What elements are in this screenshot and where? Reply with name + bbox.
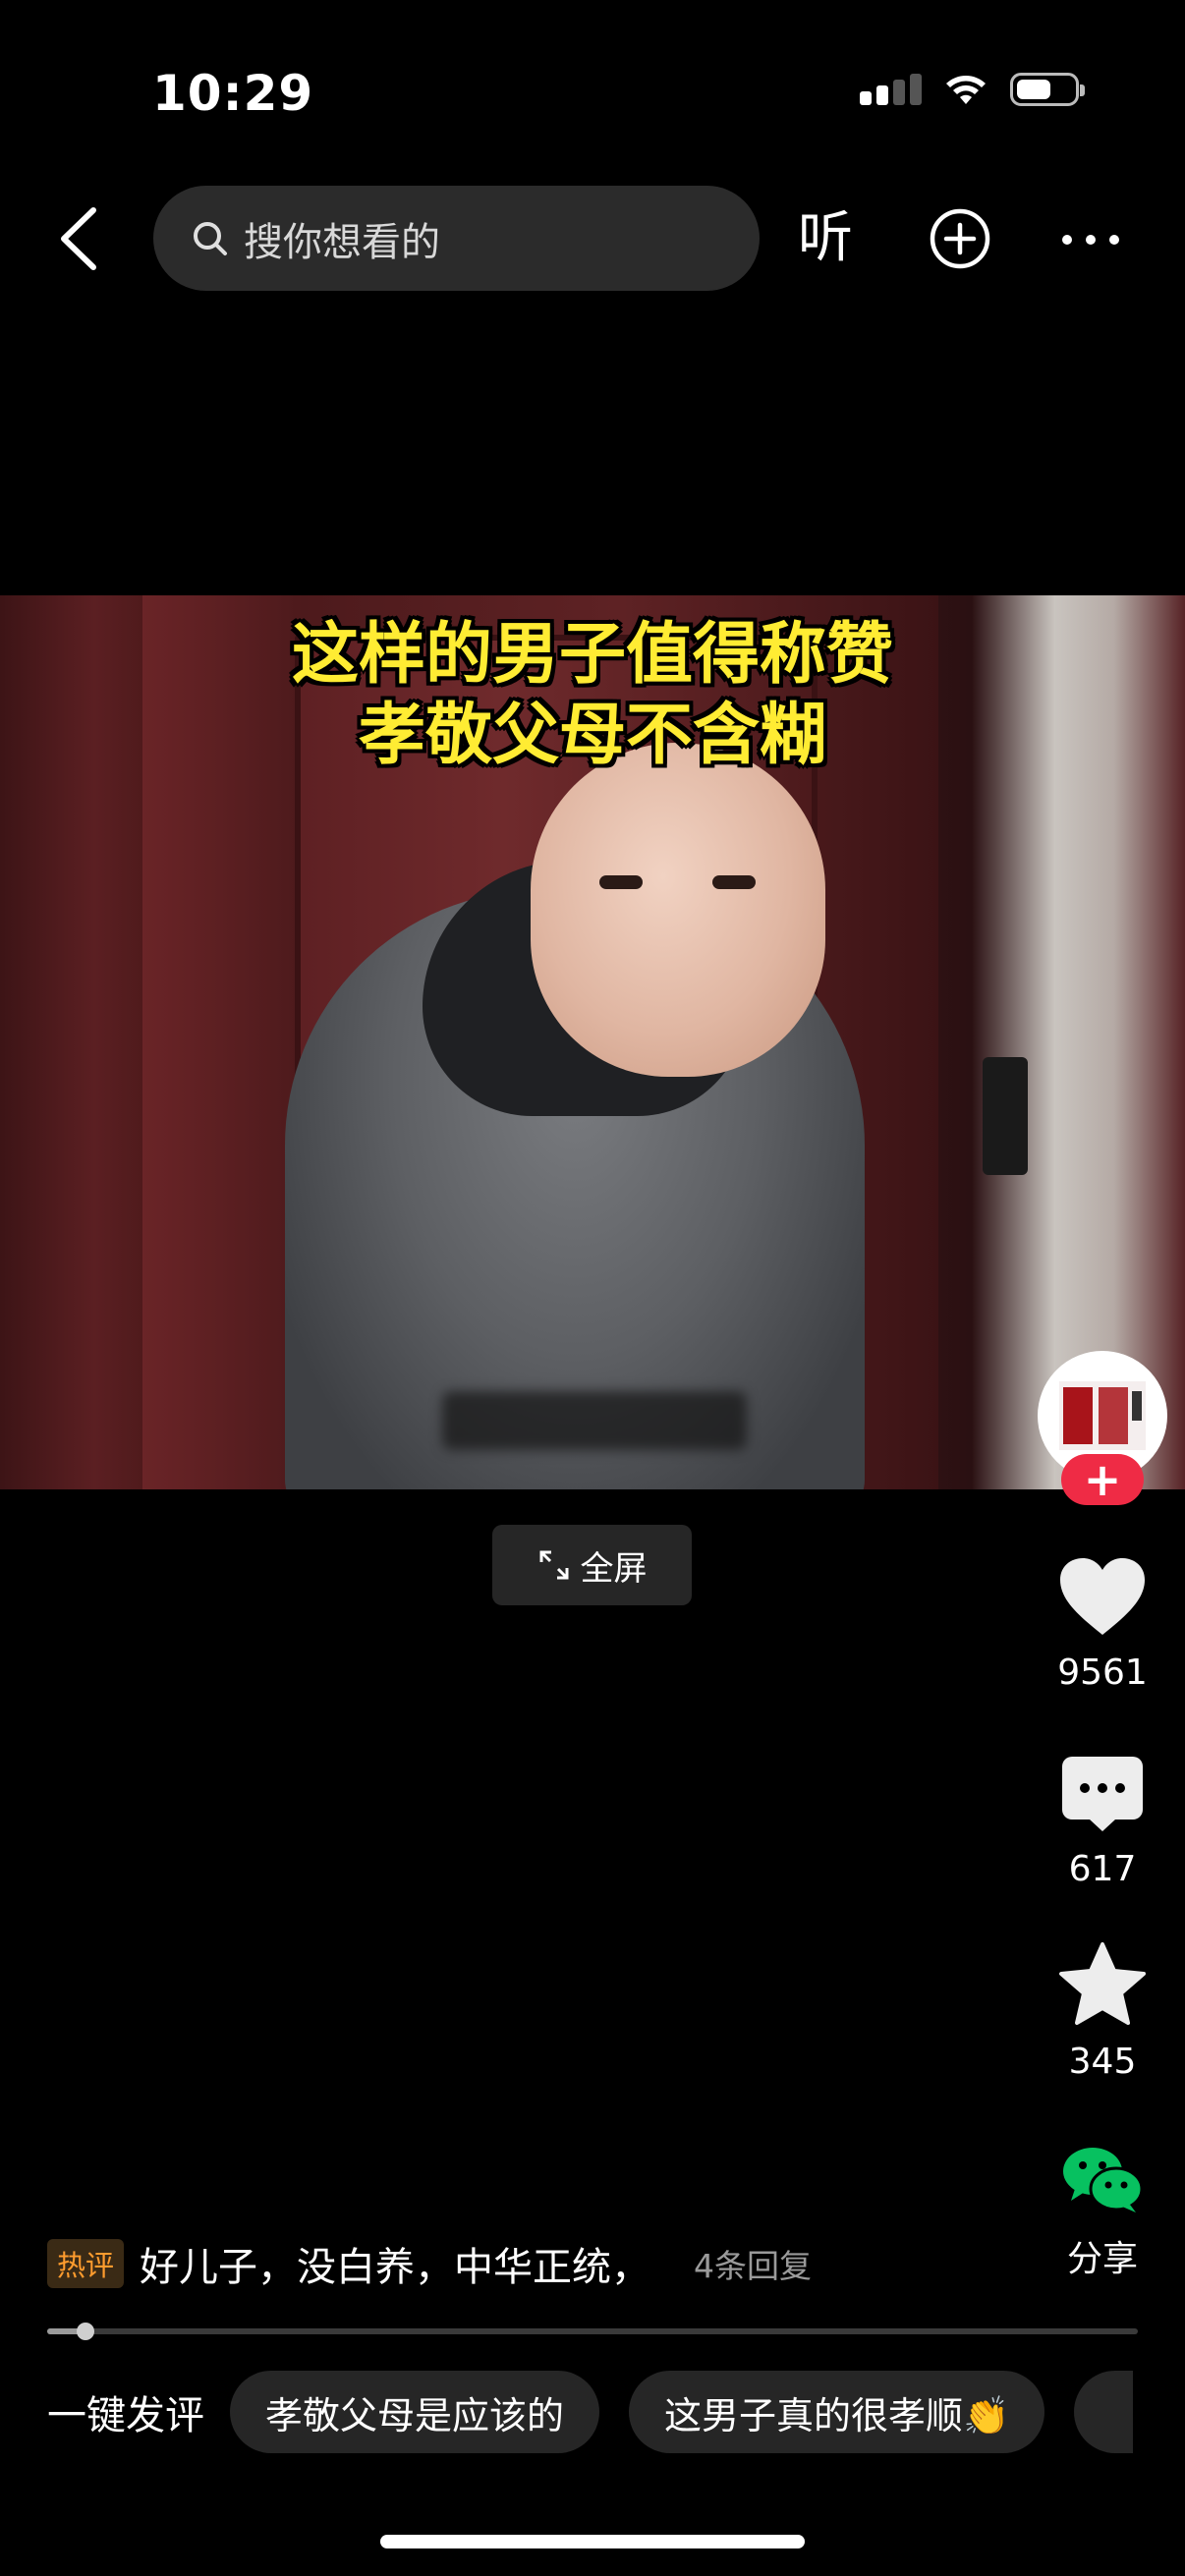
- wechat-icon: [1063, 2148, 1144, 2212]
- status-time: 10:29: [152, 65, 314, 122]
- listen-button[interactable]: 听: [798, 199, 853, 278]
- quick-comment-chip-partial[interactable]: [1074, 2371, 1134, 2453]
- video-progress-bar[interactable]: [47, 2323, 1138, 2340]
- search-input[interactable]: 搜你想看的: [153, 186, 760, 291]
- share-label: 分享: [1066, 2239, 1138, 2279]
- share-button[interactable]: 分享: [1038, 2146, 1167, 2281]
- search-icon: [194, 221, 227, 255]
- quick-comment-row: 一键发评 孝敬父母是应该的 这男子真的很孝顺👏: [47, 2371, 1162, 2453]
- video-door-lock: [983, 1057, 1028, 1175]
- favorite-button[interactable]: 345: [1038, 1941, 1167, 2082]
- home-indicator[interactable]: [380, 2535, 805, 2548]
- cellular-signal-icon: [860, 74, 922, 105]
- avatar-logo: [1059, 1381, 1146, 1450]
- video-person-head: [531, 743, 825, 1077]
- like-button[interactable]: 9561: [1038, 1556, 1167, 1693]
- quick-comment-label: 一键发评: [47, 2393, 204, 2438]
- caption-line-1: 这样的男子值得称赞: [291, 616, 893, 694]
- quick-comment-chip[interactable]: 孝敬父母是应该的: [230, 2371, 600, 2453]
- reply-count-link[interactable]: 4条回复: [694, 2240, 812, 2287]
- status-icons: [860, 73, 1085, 106]
- fullscreen-button[interactable]: 全屏: [492, 1525, 692, 1605]
- fullscreen-icon: [539, 1550, 568, 1580]
- video-caption: 这样的男子值得称赞 孝敬父母不含糊: [0, 615, 1185, 776]
- heart-icon: [1060, 1558, 1145, 1635]
- like-count: 9561: [1057, 1652, 1148, 1693]
- progress-thumb[interactable]: [76, 2323, 94, 2340]
- comment-count: 617: [1068, 1849, 1137, 1889]
- star-icon: [1059, 1942, 1146, 2025]
- fullscreen-label: 全屏: [580, 1548, 648, 1589]
- quick-comment-chip[interactable]: 这男子真的很孝顺👏: [629, 2371, 1045, 2453]
- follow-button[interactable]: +: [1061, 1454, 1144, 1505]
- comment-button[interactable]: 617: [1038, 1755, 1167, 1889]
- hot-comment-badge: 热评: [47, 2239, 125, 2288]
- back-icon[interactable]: [54, 204, 103, 273]
- comment-icon: [1062, 1757, 1143, 1831]
- add-circle-icon[interactable]: [929, 207, 991, 270]
- blurred-subtitle: [442, 1391, 747, 1450]
- more-icon[interactable]: [1059, 220, 1122, 259]
- hot-comment-text: 好儿子，没白养，中华正统，: [140, 2245, 651, 2290]
- hot-comment[interactable]: 热评 好儿子，没白养，中华正统， 4条回复: [47, 2235, 812, 2292]
- favorite-count: 345: [1068, 2042, 1137, 2082]
- battery-icon: [1010, 73, 1085, 106]
- caption-line-2: 孝敬父母不含糊: [358, 697, 826, 774]
- video-player[interactable]: 这样的男子值得称赞 孝敬父母不含糊: [0, 595, 1185, 1489]
- plus-icon: +: [1083, 1453, 1122, 1506]
- wifi-icon: [946, 76, 986, 104]
- search-placeholder: 搜你想看的: [244, 219, 440, 265]
